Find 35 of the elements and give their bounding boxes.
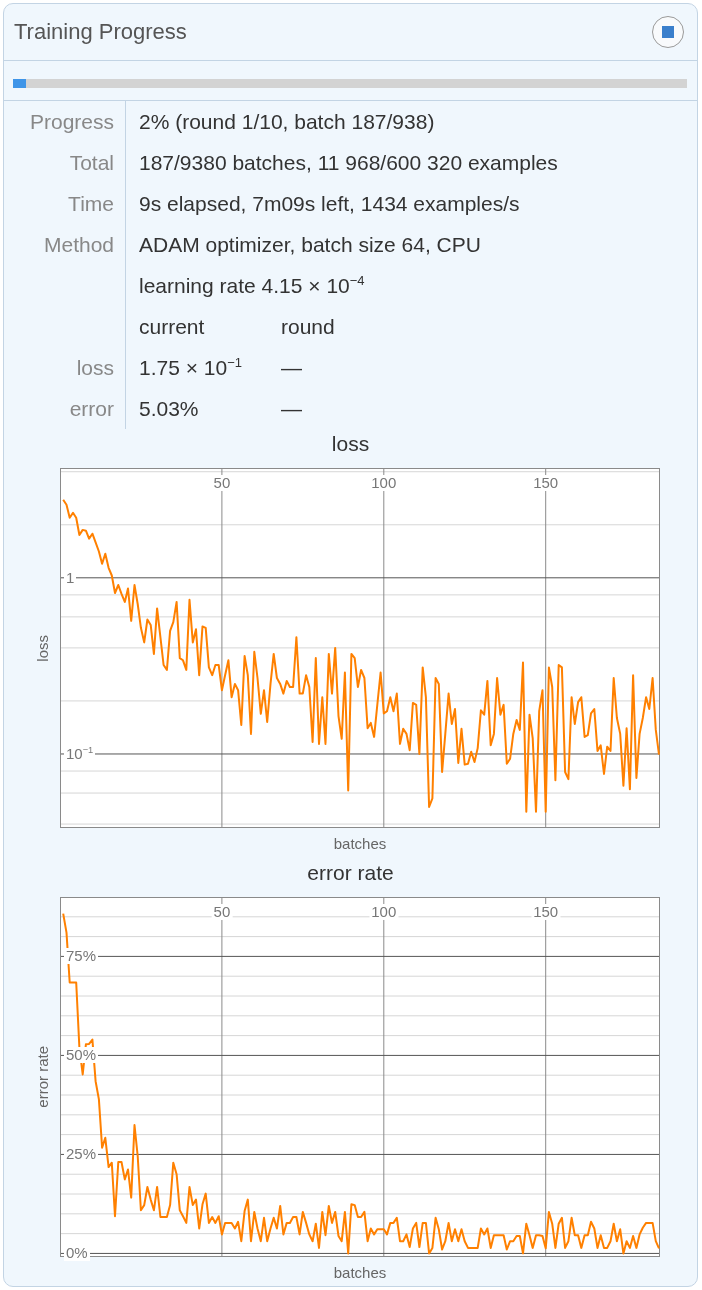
field-value: 187/9380 batches, 11 968/600 320 examples (139, 150, 558, 175)
tick-label: 0% (64, 1245, 90, 1262)
stop-icon (662, 26, 674, 38)
metric-value: — (281, 355, 302, 380)
field-value: 2% (round 1/10, batch 187/938) (139, 109, 435, 134)
field-label: Time (68, 191, 114, 216)
chart-title: error rate (307, 861, 394, 884)
field-label: Total (69, 150, 114, 175)
column-header: round (281, 314, 335, 339)
tick-label: 50 (211, 475, 233, 491)
tick-label: 150 (531, 475, 561, 491)
field-value: 9s elapsed, 7m09s left, 1434 examples/s (139, 191, 520, 216)
metric-value: 5.03% (139, 396, 199, 421)
field-value: learning rate 4.15 × 10$^{−4}$ (139, 273, 365, 298)
stop-button[interactable] (652, 16, 684, 48)
field-label: Method (43, 232, 114, 257)
tick-label: 150 (531, 904, 561, 920)
tick-label: 100 (369, 904, 399, 920)
tick-label: 75% (64, 948, 99, 965)
metric-label: loss (76, 355, 114, 380)
field-value: ADAM optimizer, batch size 64, CPU (139, 232, 481, 257)
tick-label: 50 (211, 904, 233, 920)
metric-value: 1.75 × 10$^{−1}$ (139, 355, 242, 380)
axis-label: loss (34, 634, 51, 662)
column-header: current (139, 314, 205, 339)
chart-title: loss (331, 432, 370, 455)
field-label: Progress (29, 109, 114, 134)
window-title: Training Progress (14, 19, 187, 45)
metric-value: — (281, 396, 302, 421)
metric-label: error (69, 396, 114, 421)
axis-label: batches (333, 1264, 387, 1281)
tick-label: 100 (369, 475, 399, 491)
axis-label: batches (333, 835, 387, 852)
axis-label: error rate (34, 1046, 51, 1108)
tick-label: 50% (64, 1047, 99, 1064)
